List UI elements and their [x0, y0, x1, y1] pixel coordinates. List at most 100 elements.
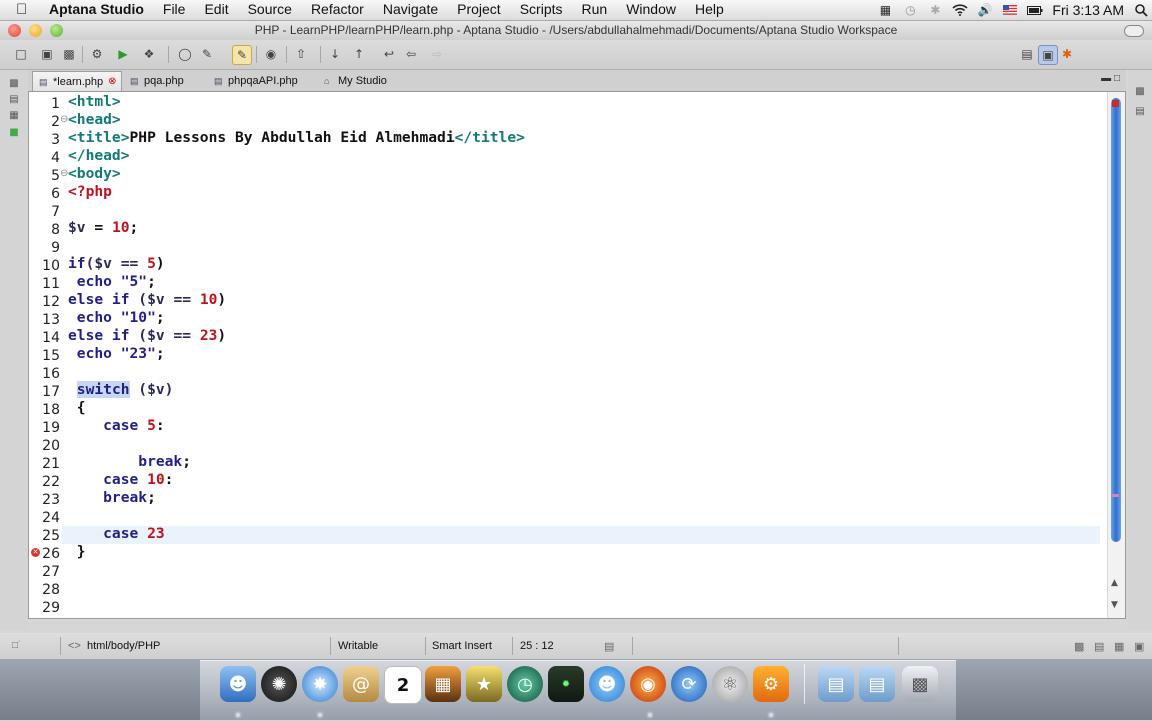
debug-icon[interactable]: ❖ [140, 45, 158, 63]
last-edit-icon[interactable]: ↩ [380, 45, 398, 63]
zoin-icon[interactable]: ✹ [548, 666, 584, 702]
line-number: 1 [51, 96, 60, 112]
menu-scripts[interactable]: Scripts [520, 1, 563, 17]
menu-edit[interactable]: Edit [204, 1, 228, 17]
line-number: 23 [42, 492, 60, 508]
globe-icon[interactable]: ◉ [262, 45, 280, 63]
folder-icon[interactable]: ▤ [859, 666, 895, 702]
line-number: 21 [42, 456, 60, 472]
menu-window[interactable]: Window [626, 1, 676, 17]
menu-navigate[interactable]: Navigate [383, 1, 438, 17]
tools-icon[interactable]: ✎ [198, 45, 216, 63]
code-line: <body> [68, 165, 121, 182]
error-icon[interactable]: ✕ [31, 548, 40, 557]
menu-app-name[interactable]: Aptana Studio [49, 1, 144, 17]
problems-icon[interactable]: ▦ [1114, 640, 1124, 653]
left-trim-bar: ▩ ▤ ▦ ■ [0, 70, 28, 630]
toggle-mark-icon[interactable]: ✎ [232, 45, 252, 65]
screen-sharing-icon[interactable]: ▦ [877, 3, 893, 17]
window-zoom-button[interactable] [50, 24, 63, 37]
occurrence-marker[interactable] [1112, 494, 1119, 497]
next-annotation-icon[interactable]: ↓ [326, 45, 344, 63]
line-number: 27 [42, 564, 60, 580]
folder-icon[interactable]: ▤ [818, 666, 854, 702]
apple-menu-icon[interactable]:  [16, 1, 27, 18]
network-icon[interactable]: ⟳ [671, 666, 707, 702]
restore-icon[interactable]: ▩ [1133, 84, 1147, 98]
time-machine-icon[interactable]: ◷ [507, 666, 543, 702]
trash-icon[interactable]: ▩ [902, 666, 938, 702]
project-explorer-icon[interactable]: ▤ [7, 92, 21, 106]
bluetooth-icon[interactable]: ✱ [927, 3, 943, 17]
fast-view-icon[interactable]: □˙ [12, 640, 21, 651]
deploy-icon[interactable]: ⇧ [292, 45, 310, 63]
tasks-icon[interactable]: ▣ [1134, 640, 1144, 653]
calendar-icon[interactable]: 2 [384, 666, 422, 704]
tab-learn-php[interactable]: ▤ *learn.php ⊗ [32, 71, 122, 91]
menu-help[interactable]: Help [695, 1, 724, 17]
contacts-icon[interactable]: @ [343, 666, 379, 702]
open-project-icon[interactable]: ◯ [176, 45, 194, 63]
window-close-button[interactable] [8, 24, 21, 37]
toolbar-toggle-button[interactable] [1124, 25, 1144, 37]
back-icon[interactable]: ⇦ [402, 45, 420, 63]
new-file-icon[interactable]: □ [12, 45, 30, 63]
menu-file[interactable]: File [163, 1, 186, 17]
notification-icon[interactable]: ▤ [604, 640, 614, 653]
web-perspective-icon[interactable]: ✱ [1058, 45, 1076, 63]
save-icon[interactable]: ▣ [38, 45, 56, 63]
code-line: else if ($v == 23) [68, 327, 227, 344]
code-editor[interactable]: 1 2 3 4 5 6 7 8 9 10 11 12 13 14 15 16 1… [28, 91, 1126, 619]
php-file-icon: ▤ [214, 76, 223, 86]
ichat-icon[interactable]: ☻ [589, 666, 625, 702]
php-perspective-icon[interactable]: ▣ [1038, 45, 1058, 65]
tab-my-studio[interactable]: ⌂ My Studio [318, 71, 398, 91]
file-tree-icon[interactable]: ▦ [7, 108, 21, 122]
firefox-icon[interactable]: ◉ [630, 666, 666, 702]
dashboard-icon[interactable]: ✺ [261, 666, 297, 702]
outline-icon[interactable]: ▤ [1133, 104, 1147, 118]
preferences-icon[interactable]: ⚙ [753, 666, 789, 702]
menubar-clock[interactable]: Fri 3:13 AM [1052, 2, 1124, 18]
breadcrumb[interactable]: html/body/PHP [87, 640, 160, 652]
build-icon[interactable]: ⚙ [88, 45, 106, 63]
app-icon[interactable]: ⚛ [712, 666, 748, 702]
open-perspective-icon[interactable]: ▤ [1018, 45, 1036, 63]
finder-icon[interactable]: ☻ [220, 666, 256, 702]
line-number: 13 [42, 312, 60, 328]
time-machine-status-icon[interactable]: ◷ [902, 3, 918, 17]
menu-run[interactable]: Run [582, 1, 608, 17]
restore-icon[interactable]: ▩ [1074, 640, 1084, 653]
input-flag-icon[interactable] [1002, 3, 1018, 17]
safari-icon[interactable]: ✸ [302, 666, 338, 702]
print-icon[interactable]: ▩ [60, 45, 78, 63]
close-icon[interactable]: ⊗ [108, 76, 116, 87]
prev-annotation-icon[interactable]: ↑ [350, 45, 368, 63]
minimize-maximize-icon[interactable]: ▬ □ [1101, 73, 1120, 84]
line-number: 14 [42, 330, 60, 346]
run-icon[interactable]: ▶ [114, 45, 132, 63]
menu-refactor[interactable]: Refactor [311, 1, 364, 17]
line-number: 2 [51, 114, 60, 130]
references-icon[interactable]: ■ [7, 125, 21, 139]
running-indicator [648, 713, 652, 717]
console-icon[interactable]: ▤ [1094, 640, 1104, 653]
spotlight-icon[interactable] [1132, 1, 1150, 19]
wifi-icon[interactable] [952, 3, 968, 17]
tab-phpqaapi-php[interactable]: ▤ phpqaAPI.php [208, 71, 314, 91]
forward-icon[interactable]: ⇨ [428, 45, 446, 63]
menu-project[interactable]: Project [457, 1, 501, 17]
window-title: PHP - LearnPHP/learnPHP/learn.php - Apta… [254, 23, 898, 37]
imovie-icon[interactable]: ★ [466, 666, 502, 702]
battery-icon[interactable] [1027, 3, 1043, 17]
volume-icon[interactable]: 🔊 [977, 3, 993, 17]
tab-label: phpqaAPI.php [228, 75, 298, 87]
error-overview-marker[interactable] [1112, 100, 1119, 107]
tab-pqa-php[interactable]: ▤ pqa.php [124, 71, 204, 91]
menu-source[interactable]: Source [248, 1, 292, 17]
line-number: 29 [42, 600, 60, 616]
iphoto-icon[interactable]: ▦ [425, 666, 461, 702]
restore-icon[interactable]: ▩ [7, 76, 21, 90]
window-minimize-button[interactable] [29, 24, 42, 37]
tab-label: My Studio [338, 75, 387, 87]
